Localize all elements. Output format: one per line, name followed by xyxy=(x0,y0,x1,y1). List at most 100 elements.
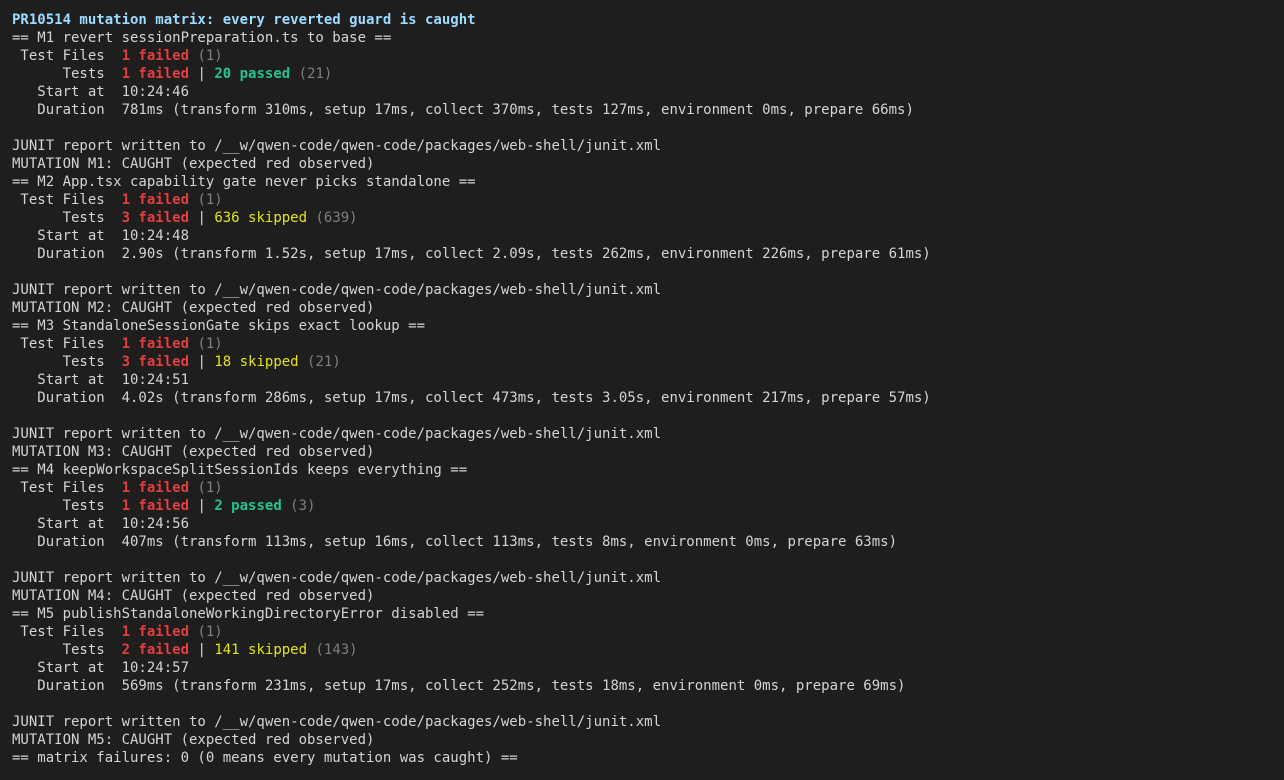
terminal-text: Duration 407ms (transform 113ms, setup 1… xyxy=(12,534,898,550)
terminal-line: JUNIT report written to /__w/qwen-code/q… xyxy=(12,569,1272,587)
terminal-text: Tests xyxy=(12,210,122,226)
terminal-text: Test Files xyxy=(12,48,122,64)
terminal-text: Start at 10:24:56 xyxy=(12,516,190,532)
terminal-line: Duration 4.02s (transform 286ms, setup 1… xyxy=(12,389,1272,407)
terminal-line: Tests 2 failed | 141 skipped (143) xyxy=(12,641,1272,659)
terminal-text: == M3 StandaloneSessionGate skips exact … xyxy=(12,318,426,334)
terminal-line: MUTATION M1: CAUGHT (expected red observ… xyxy=(12,155,1272,173)
terminal-line: Start at 10:24:57 xyxy=(12,659,1272,677)
terminal-text: 1 failed xyxy=(121,498,190,514)
terminal-text: (1) xyxy=(189,192,223,208)
terminal-text: Test Files xyxy=(12,480,122,496)
terminal-text: == M2 App.tsx capability gate never pick… xyxy=(12,174,476,190)
terminal-text: 1 failed xyxy=(121,48,190,64)
terminal-text: (1) xyxy=(189,480,223,496)
terminal-line: JUNIT report written to /__w/qwen-code/q… xyxy=(12,281,1272,299)
terminal-text: JUNIT report written to /__w/qwen-code/q… xyxy=(12,426,662,442)
terminal-line: == M4 keepWorkspaceSplitSessionIds keeps… xyxy=(12,461,1272,479)
terminal-text: Start at 10:24:48 xyxy=(12,228,190,244)
terminal-line: Test Files 1 failed (1) xyxy=(12,47,1272,65)
terminal-text: | xyxy=(189,210,215,226)
terminal-text: PR10514 mutation matrix: every reverted … xyxy=(12,12,476,28)
terminal-line: == M5 publishStandaloneWorkingDirectoryE… xyxy=(12,605,1272,623)
terminal-line: MUTATION M4: CAUGHT (expected red observ… xyxy=(12,587,1272,605)
terminal-text: MUTATION M1: CAUGHT (expected red observ… xyxy=(12,156,375,172)
terminal-text: (1) xyxy=(189,48,223,64)
terminal-text: Tests xyxy=(12,498,122,514)
terminal-text: 1 failed xyxy=(121,624,190,640)
terminal-text: (639) xyxy=(307,210,358,226)
terminal-line: Start at 10:24:46 xyxy=(12,83,1272,101)
terminal-line: == M1 revert sessionPreparation.ts to ba… xyxy=(12,29,1272,47)
terminal-text: 3 failed xyxy=(121,354,190,370)
terminal-text: Duration 781ms (transform 310ms, setup 1… xyxy=(12,102,914,118)
terminal-line: Duration 569ms (transform 231ms, setup 1… xyxy=(12,677,1272,695)
terminal-text: | xyxy=(189,498,215,514)
terminal-line: Start at 10:24:51 xyxy=(12,371,1272,389)
terminal-text: MUTATION M2: CAUGHT (expected red observ… xyxy=(12,300,375,316)
terminal-text: | xyxy=(189,642,215,658)
terminal-text: Start at 10:24:51 xyxy=(12,372,190,388)
terminal-text: == matrix failures: 0 (0 means every mut… xyxy=(12,750,518,766)
terminal-text: Start at 10:24:57 xyxy=(12,660,190,676)
terminal-text: Tests xyxy=(12,642,122,658)
terminal-text: JUNIT report written to /__w/qwen-code/q… xyxy=(12,570,662,586)
terminal-text: MUTATION M3: CAUGHT (expected red observ… xyxy=(12,444,375,460)
terminal-text: 3 failed xyxy=(121,210,190,226)
terminal-text: 18 skipped xyxy=(214,354,299,370)
terminal-text: JUNIT report written to /__w/qwen-code/q… xyxy=(12,138,662,154)
terminal-text: 2 passed xyxy=(214,498,282,514)
terminal-text: == M5 publishStandaloneWorkingDirectoryE… xyxy=(12,606,485,622)
terminal-line: == matrix failures: 0 (0 means every mut… xyxy=(12,749,1272,767)
terminal-text: Test Files xyxy=(12,192,122,208)
terminal-text: JUNIT report written to /__w/qwen-code/q… xyxy=(12,282,662,298)
terminal-line: Duration 781ms (transform 310ms, setup 1… xyxy=(12,101,1272,119)
terminal-text: == M1 revert sessionPreparation.ts to ba… xyxy=(12,30,392,46)
terminal-line: Duration 407ms (transform 113ms, setup 1… xyxy=(12,533,1272,551)
terminal-text: 20 passed xyxy=(214,66,291,82)
terminal-text: Tests xyxy=(12,66,122,82)
terminal-line: Tests 3 failed | 636 skipped (639) xyxy=(12,209,1272,227)
terminal-line: Tests 3 failed | 18 skipped (21) xyxy=(12,353,1272,371)
terminal-text: 1 failed xyxy=(121,192,190,208)
terminal-line: Tests 1 failed | 20 passed (21) xyxy=(12,65,1272,83)
terminal-text: | xyxy=(189,354,215,370)
terminal-line: Test Files 1 failed (1) xyxy=(12,335,1272,353)
terminal-text: MUTATION M4: CAUGHT (expected red observ… xyxy=(12,588,375,604)
terminal-text: JUNIT report written to /__w/qwen-code/q… xyxy=(12,714,662,730)
terminal-line: Start at 10:24:48 xyxy=(12,227,1272,245)
terminal-text: 1 failed xyxy=(121,336,190,352)
terminal-text: (143) xyxy=(307,642,358,658)
terminal-line: Start at 10:24:56 xyxy=(12,515,1272,533)
terminal-text: 1 failed xyxy=(121,480,190,496)
terminal-text: 2 failed xyxy=(121,642,190,658)
terminal-line: JUNIT report written to /__w/qwen-code/q… xyxy=(12,713,1272,731)
terminal-line: MUTATION M2: CAUGHT (expected red observ… xyxy=(12,299,1272,317)
terminal-line: Test Files 1 failed (1) xyxy=(12,479,1272,497)
terminal-line: MUTATION M5: CAUGHT (expected red observ… xyxy=(12,731,1272,749)
terminal-text: 636 skipped xyxy=(214,210,308,226)
terminal-text: Duration 569ms (transform 231ms, setup 1… xyxy=(12,678,906,694)
terminal-text: MUTATION M5: CAUGHT (expected red observ… xyxy=(12,732,375,748)
terminal-line: MUTATION M3: CAUGHT (expected red observ… xyxy=(12,443,1272,461)
terminal-line: Test Files 1 failed (1) xyxy=(12,191,1272,209)
terminal-text: Tests xyxy=(12,354,122,370)
terminal-text: 1 failed xyxy=(121,66,190,82)
terminal-text: Test Files xyxy=(12,336,122,352)
terminal-text: (21) xyxy=(290,66,333,82)
terminal-line: Duration 2.90s (transform 1.52s, setup 1… xyxy=(12,245,1272,263)
terminal-line: JUNIT report written to /__w/qwen-code/q… xyxy=(12,137,1272,155)
terminal-text: Test Files xyxy=(12,624,122,640)
terminal-text: 141 skipped xyxy=(214,642,308,658)
terminal-text: (21) xyxy=(298,354,341,370)
terminal-line: JUNIT report written to /__w/qwen-code/q… xyxy=(12,425,1272,443)
terminal-text: (1) xyxy=(189,624,223,640)
terminal-line: Test Files 1 failed (1) xyxy=(12,623,1272,641)
terminal-output[interactable]: PR10514 mutation matrix: every reverted … xyxy=(0,0,1284,780)
terminal-text: Duration 4.02s (transform 286ms, setup 1… xyxy=(12,390,931,406)
